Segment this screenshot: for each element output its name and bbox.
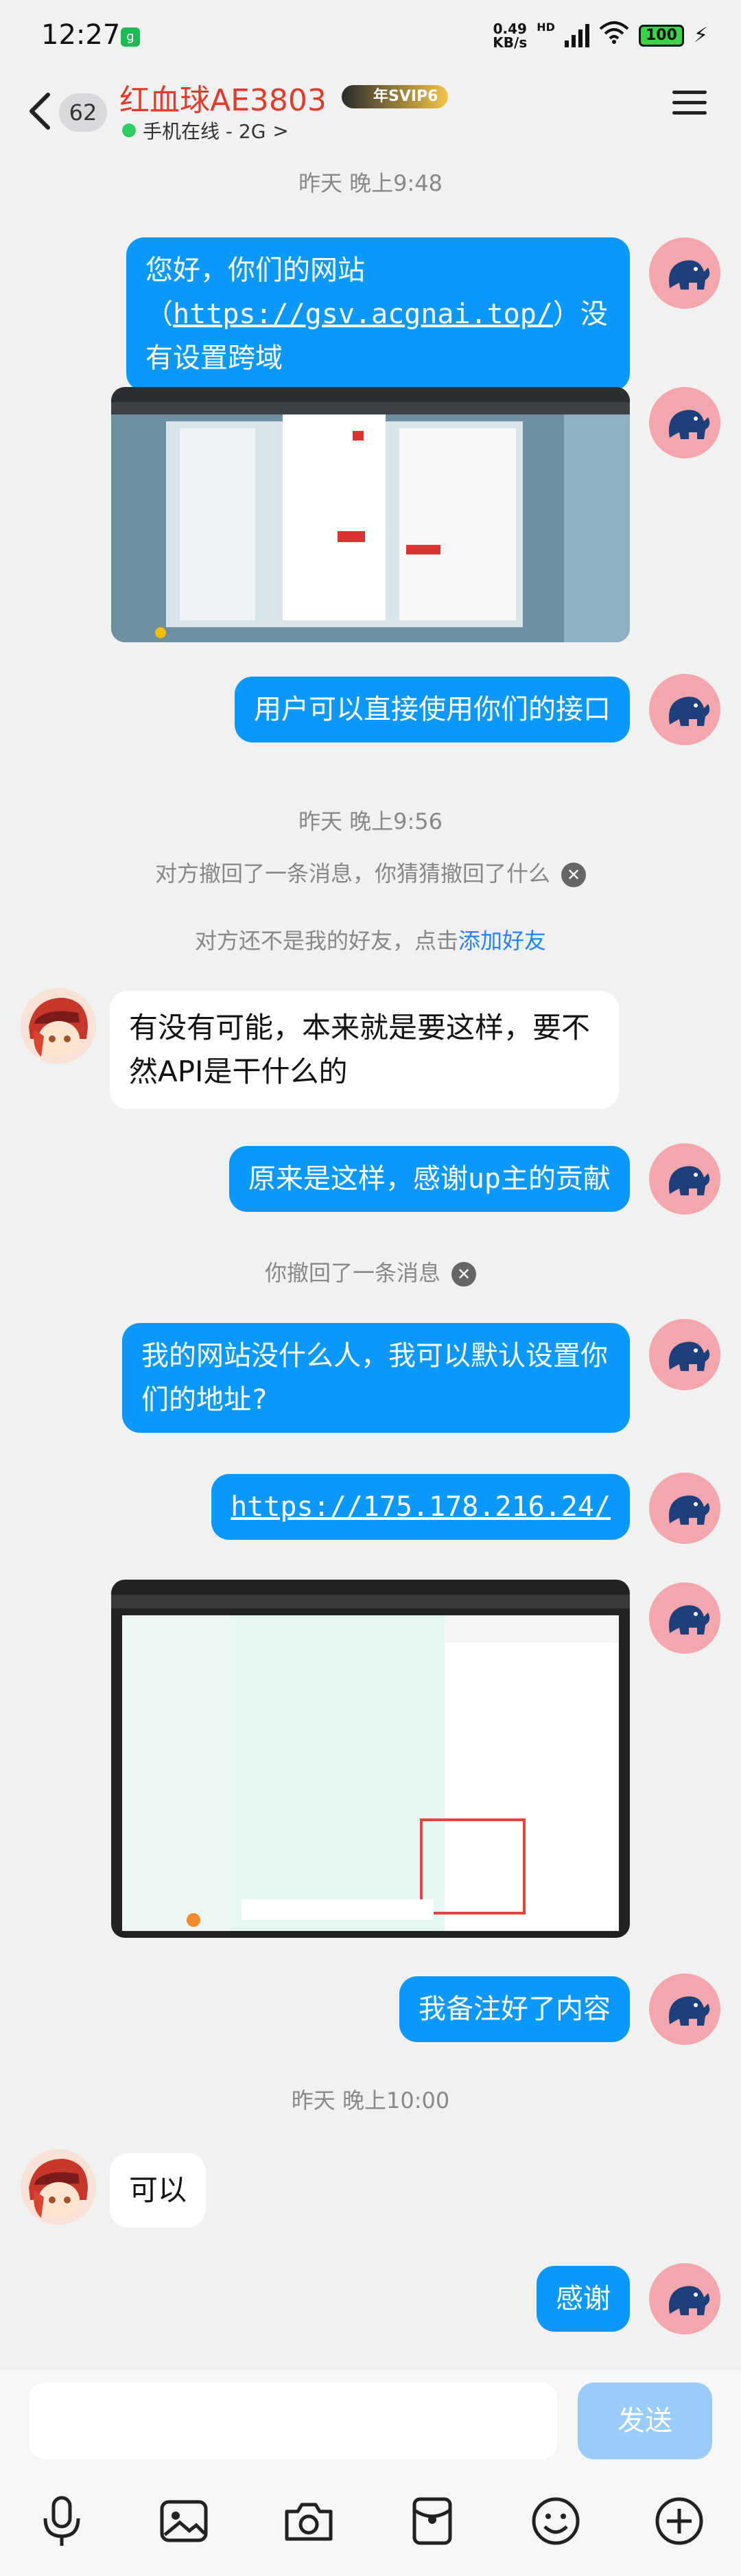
message-link[interactable]: https://175.178.216.24/ — [231, 1491, 611, 1523]
contact-avatar[interactable] — [21, 2149, 96, 2225]
signal-icon — [564, 23, 589, 47]
chevron-left-icon — [30, 93, 50, 130]
close-icon[interactable]: ✕ — [561, 863, 586, 887]
message-bubble-received[interactable]: 有没有可能，本来就是要这样，要不然API是干什么的 — [110, 991, 619, 1109]
add-friend-link[interactable]: 添加好友 — [458, 928, 546, 954]
menu-icon — [672, 91, 707, 94]
message-bubble-sent[interactable]: https://175.178.216.24/ — [211, 1474, 630, 1540]
plus-icon[interactable] — [652, 2494, 707, 2549]
message-bubble-sent[interactable]: 您好，你们的网站（https://gsv.acgnai.top/）没有设置跨域 — [126, 237, 630, 391]
svip-badge[interactable]: 年SVIP6 — [342, 85, 448, 108]
status-time: 12:27 — [41, 19, 121, 51]
not-friend-notice: 对方还不是我的好友，点击添加好友 — [194, 928, 547, 954]
message-link[interactable]: https://gsv.acgnai.top/ — [173, 298, 553, 330]
notification-app-icon: g — [121, 27, 140, 47]
toolbar — [0, 2494, 741, 2555]
recall-notice-self: 你撤回了一条消息 ✕ — [0, 1256, 741, 1287]
close-icon[interactable]: ✕ — [451, 1262, 476, 1287]
contact-avatar[interactable] — [21, 988, 96, 1064]
image-message[interactable] — [111, 387, 630, 642]
charging-icon: ⚡ — [693, 23, 708, 47]
red-packet-icon[interactable] — [405, 2494, 460, 2549]
image-message[interactable] — [111, 1580, 630, 1938]
send-button[interactable]: 发送 — [578, 2382, 712, 2459]
message-input[interactable] — [29, 2382, 557, 2459]
message-bubble-sent[interactable]: 我备注好了内容 — [399, 1976, 630, 2042]
message-bubble-sent[interactable]: 感谢 — [537, 2266, 630, 2332]
my-avatar[interactable] — [649, 1143, 720, 1215]
wifi-icon — [599, 21, 629, 50]
back-button[interactable]: 62 — [25, 82, 114, 144]
my-avatar[interactable] — [649, 387, 720, 458]
message-bubble-sent[interactable]: 我的网站没什么人，我可以默认设置你们的地址? — [122, 1323, 630, 1433]
my-avatar[interactable] — [649, 674, 720, 745]
my-avatar[interactable] — [649, 2263, 720, 2334]
my-avatar[interactable] — [649, 1319, 720, 1390]
hd-label: HD — [537, 21, 555, 34]
menu-button[interactable] — [672, 91, 707, 121]
chevron-right-icon: > — [272, 119, 289, 142]
emoji-icon[interactable] — [528, 2494, 583, 2549]
timestamp: 昨天 晚上9:48 — [298, 170, 443, 196]
status-bar: 12:27 g 0.49 KB/s HD 100 ⚡ — [0, 0, 741, 75]
input-bar: 发送 — [0, 2370, 741, 2576]
my-avatar[interactable] — [649, 237, 720, 309]
message-bubble-sent[interactable]: 用户可以直接使用你们的接口 — [235, 677, 630, 742]
recall-notice: 对方撤回了一条消息，你猜猜撤回了什么 ✕ — [0, 856, 741, 888]
image-icon[interactable] — [156, 2494, 211, 2549]
online-dot-icon — [122, 124, 136, 137]
my-avatar[interactable] — [649, 1473, 720, 1544]
status-right: 0.49 KB/s HD 100 ⚡ — [493, 21, 708, 50]
contact-name[interactable]: 红血球AE3803 — [119, 75, 327, 119]
battery-icon: 100 — [638, 24, 684, 47]
camera-icon[interactable] — [281, 2494, 336, 2549]
timestamp: 昨天 晚上10:00 — [291, 2087, 450, 2114]
timestamp: 昨天 晚上9:56 — [298, 808, 443, 834]
message-bubble-received[interactable]: 可以 — [110, 2153, 207, 2227]
message-bubble-sent[interactable]: 原来是这样，感谢up主的贡献 — [228, 1146, 630, 1212]
online-status[interactable]: 手机在线 - 2G > — [122, 117, 289, 144]
chat-header: 62 红血球AE3803 年SVIP6 手机在线 - 2G > — [0, 75, 741, 158]
online-status-text: 手机在线 - 2G — [143, 120, 266, 143]
my-avatar[interactable] — [649, 1582, 720, 1654]
net-speed: 0.49 KB/s — [493, 20, 528, 51]
microphone-icon[interactable] — [34, 2494, 89, 2549]
my-avatar[interactable] — [649, 1974, 720, 2045]
unread-count-badge: 62 — [59, 93, 107, 132]
